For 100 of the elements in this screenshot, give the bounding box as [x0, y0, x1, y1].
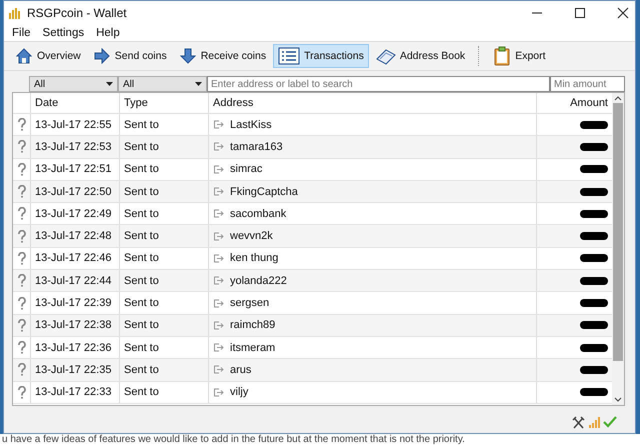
type-cell: Sent to	[120, 225, 209, 247]
redaction-mark	[580, 164, 608, 174]
send-arrow-icon	[213, 320, 224, 330]
scroll-down-icon[interactable]	[614, 397, 622, 402]
date-cell: 13-Jul-17 22:44	[31, 270, 120, 292]
date-cell: 13-Jul-17 22:48	[31, 225, 120, 247]
question-mark-icon	[18, 386, 26, 399]
type-filter-dropdown[interactable]: All	[118, 76, 207, 92]
caret-icon	[106, 82, 113, 86]
column-header[interactable]: Amount	[537, 93, 612, 113]
question-mark-icon	[18, 230, 26, 243]
type-cell: Sent to	[120, 203, 209, 224]
question-mark-icon	[18, 296, 26, 310]
date-cell: 13-Jul-17 22:36	[31, 336, 120, 358]
send-arrow-icon	[213, 388, 224, 397]
date-cell: 13-Jul-17 22:38	[31, 314, 120, 336]
date-cell: 13-Jul-17 22:49	[31, 203, 120, 224]
date-filter-dropdown[interactable]: All	[29, 76, 118, 92]
window-title: RSGPcoin - Wallet	[27, 6, 127, 20]
search-field[interactable]: Enter address or label to search	[207, 76, 550, 92]
address-cell: sergsen	[230, 297, 270, 310]
scrollbar[interactable]	[612, 93, 624, 405]
toolbar-button[interactable]: Send coins	[88, 44, 172, 68]
redaction-mark	[580, 320, 608, 330]
redaction-mark	[580, 231, 608, 242]
type-cell: Sent to	[120, 314, 209, 336]
address-cell: itsmeram	[230, 342, 276, 354]
min-amount-field[interactable]: Min amount	[550, 76, 625, 92]
address-cell: sacombank	[230, 208, 286, 220]
send-arrow-icon	[213, 276, 224, 286]
down-arrow-icon	[178, 47, 197, 65]
checkmark-icon	[603, 416, 617, 428]
column-header[interactable]: Type	[120, 93, 209, 113]
redaction-mark	[580, 142, 608, 152]
question-mark-icon	[18, 207, 26, 220]
type-cell: Sent to	[120, 336, 209, 358]
redaction-mark	[580, 253, 608, 264]
question-mark-icon	[18, 318, 26, 332]
redaction-mark	[580, 364, 608, 375]
scroll-up-icon[interactable]	[614, 96, 622, 101]
date-cell: 13-Jul-17 22:35	[31, 359, 120, 381]
question-mark-icon	[18, 118, 26, 132]
type-cell: Sent to	[120, 158, 209, 180]
menu-item[interactable]: Settings	[36, 27, 90, 39]
toolbar-button[interactable]: Overview	[10, 44, 86, 68]
toolbar-button[interactable]: Transactions	[273, 44, 369, 68]
toolbar-button[interactable]: Address Book	[370, 44, 470, 68]
right-arrow-icon	[92, 47, 111, 65]
send-arrow-icon	[213, 120, 224, 130]
close-icon[interactable]	[617, 7, 629, 19]
address-cell: simrac	[230, 163, 262, 176]
toolbar-button[interactable]: Export	[488, 44, 551, 68]
question-mark-icon	[18, 363, 26, 376]
date-cell: 13-Jul-17 22:46	[31, 248, 120, 270]
send-arrow-icon	[213, 298, 224, 308]
book-icon	[376, 47, 396, 65]
question-mark-icon	[18, 140, 26, 154]
scrollbar-thumb[interactable]	[613, 103, 623, 361]
menu-item[interactable]: File	[6, 27, 37, 39]
date-cell: 13-Jul-17 22:51	[31, 158, 120, 180]
send-arrow-icon	[213, 164, 224, 174]
question-mark-icon	[18, 185, 26, 198]
send-arrow-icon	[213, 142, 224, 152]
column-header[interactable]: Address	[209, 93, 537, 113]
list-icon	[278, 47, 300, 65]
send-arrow-icon	[213, 365, 224, 374]
send-arrow-icon	[213, 254, 224, 263]
send-arrow-icon	[213, 209, 224, 218]
type-cell: Sent to	[120, 248, 209, 270]
caret-icon	[195, 82, 202, 86]
address-cell: ken thung	[230, 252, 278, 264]
question-mark-icon	[18, 252, 26, 265]
address-cell: LastKiss	[230, 118, 272, 131]
address-cell: viljy	[230, 386, 248, 398]
type-cell: Sent to	[120, 136, 209, 158]
date-cell: 13-Jul-17 22:55	[31, 114, 120, 136]
question-mark-icon	[18, 274, 26, 288]
type-cell: Sent to	[120, 382, 209, 403]
coin-logo-icon	[8, 7, 22, 19]
address-cell: yolanda222	[230, 274, 287, 287]
type-cell: Sent to	[120, 270, 209, 292]
background-page-text: u have a few ideas of features we would like to add in the future but at the moment that is not the priority.	[0, 434, 640, 445]
redaction-mark	[580, 342, 608, 353]
clipboard-icon	[493, 46, 512, 66]
type-cell: Sent to	[120, 359, 209, 381]
date-cell: 13-Jul-17 22:33	[31, 382, 120, 403]
column-header[interactable]: Date	[31, 93, 120, 113]
address-cell: FkingCaptcha	[230, 186, 298, 198]
address-cell: raimch89	[230, 319, 276, 332]
menu-item[interactable]: Help	[90, 27, 126, 39]
toolbar-button[interactable]: Receive coins	[174, 44, 272, 68]
question-mark-icon	[18, 162, 26, 176]
date-cell: 13-Jul-17 22:50	[31, 180, 120, 202]
type-cell: Sent to	[120, 180, 209, 202]
maximize-icon[interactable]	[574, 7, 586, 19]
redaction-mark	[580, 298, 608, 308]
send-arrow-icon	[213, 232, 224, 241]
send-arrow-icon	[213, 187, 224, 196]
date-cell: 13-Jul-17 22:53	[31, 136, 120, 158]
address-cell: wevvn2k	[230, 230, 273, 242]
